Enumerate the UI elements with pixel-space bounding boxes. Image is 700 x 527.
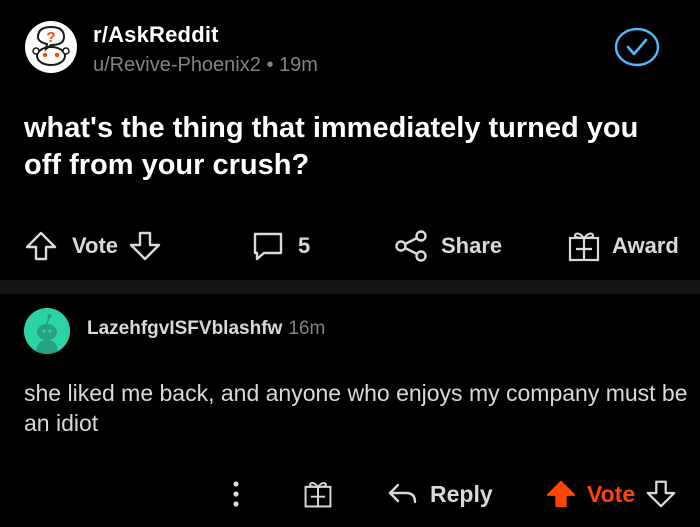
more-vertical-icon [233, 481, 239, 507]
joined-check-button[interactable] [614, 27, 660, 67]
award-button[interactable]: Award [566, 224, 679, 268]
avatar[interactable] [24, 308, 70, 354]
share-icon [395, 230, 427, 262]
svg-text:?: ? [46, 29, 55, 46]
arrow-up-icon [25, 231, 57, 261]
arrow-down-icon [129, 231, 161, 261]
section-divider [0, 280, 700, 294]
upvote-button[interactable] [24, 229, 58, 263]
comments-button[interactable]: 5 [250, 224, 310, 268]
post-author[interactable]: u/Revive-Phoenix2 [93, 54, 261, 76]
share-label: Share [441, 233, 503, 258]
reply-button[interactable]: Reply [386, 472, 493, 516]
downvote-button[interactable] [128, 229, 162, 263]
comment-downvote-button[interactable] [645, 478, 677, 510]
post-action-bar: Vote 5 Share Award [0, 224, 700, 268]
award-label: Award [612, 233, 679, 258]
gift-icon [568, 232, 600, 262]
comment-time: 16m [288, 318, 326, 339]
comment-username[interactable]: LazehfgvISFVblashfw [87, 318, 282, 339]
reply-arrow-icon [388, 483, 417, 504]
comment-card: LazehfgvISFVblashfw 16m she liked me back… [0, 294, 700, 527]
check-icon [614, 27, 660, 67]
arrow-up-icon [546, 480, 576, 508]
post-vote-control: Vote [24, 224, 162, 268]
comment-action-bar: Reply Vote [0, 472, 700, 516]
meta-separator: • [266, 54, 274, 76]
comment-author: LazehfgvISFVblashfw 16m [87, 318, 325, 340]
comment-vote-control: Vote [545, 472, 677, 516]
comment-count: 5 [298, 233, 311, 258]
comment-body: she liked me back, and anyone who enjoys… [24, 380, 688, 436]
comment-vote-label: Vote [587, 480, 636, 507]
post-card: ? r/AskReddit u/Revive-Phoenix2 • 19m wh… [0, 0, 700, 280]
post-meta: u/Revive-Phoenix2 • 19m [93, 54, 318, 77]
post-title[interactable]: what's the thing that immediately turned… [24, 110, 664, 184]
comment-award-button[interactable] [302, 472, 334, 516]
subreddit-name[interactable]: r/AskReddit [93, 22, 219, 48]
share-button[interactable]: Share [393, 224, 502, 268]
more-options-button[interactable] [226, 472, 246, 516]
comment-upvote-button[interactable] [545, 478, 577, 510]
comment-bubble-icon [253, 232, 283, 261]
askreddit-snoo-icon[interactable]: ? [24, 20, 78, 74]
post-vote-label: Vote [72, 233, 119, 258]
post-time: 19m [279, 54, 318, 76]
gift-icon [304, 482, 332, 508]
reply-label: Reply [430, 480, 493, 507]
arrow-down-icon [646, 480, 676, 508]
snoo-avatar-icon [24, 308, 70, 354]
